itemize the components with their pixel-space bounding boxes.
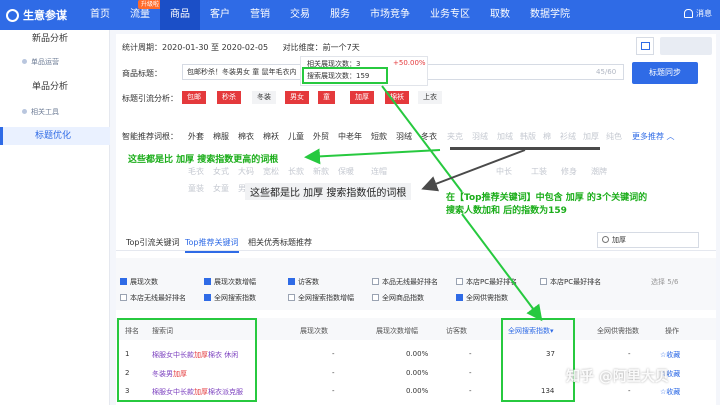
arrow-to-lower-note <box>421 149 526 192</box>
arrow-to-top-note <box>381 85 463 193</box>
arrow-to-higher-note <box>304 148 441 165</box>
arrow-to-search-index <box>461 213 543 322</box>
annotation-arrows <box>304 85 543 322</box>
